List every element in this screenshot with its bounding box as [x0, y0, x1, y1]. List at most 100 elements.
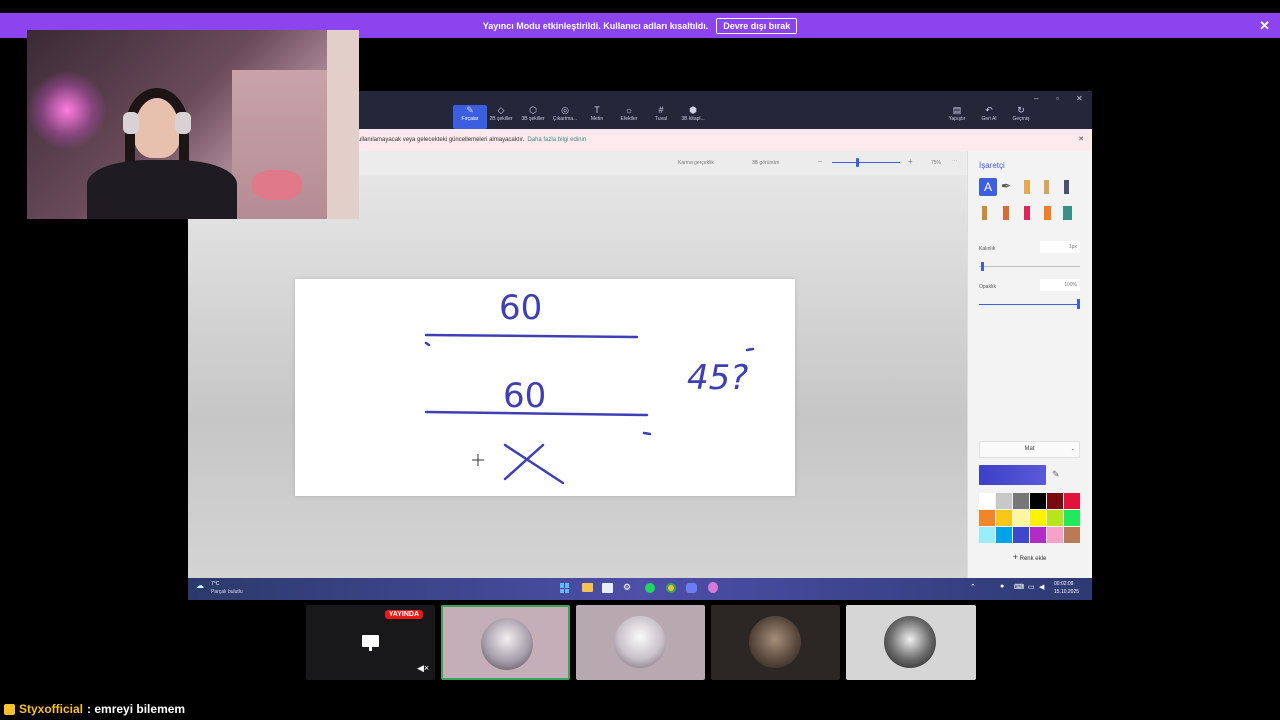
add-color-button[interactable]: + Renk ekle [979, 550, 1080, 564]
color-swatch[interactable] [979, 510, 995, 526]
color-swatch[interactable] [996, 510, 1012, 526]
discord-icon[interactable] [686, 583, 697, 593]
chrome-icon[interactable] [666, 583, 676, 593]
tray-chevron-icon[interactable]: ⌃ [970, 583, 976, 591]
tool-2d-shapes[interactable]: ◇ 2B şekiller [484, 105, 518, 129]
eraser-icon[interactable] [1003, 206, 1009, 220]
color-swatch[interactable] [1064, 510, 1080, 526]
learn-more-link[interactable]: Daha fazla bilgi edinin [527, 137, 586, 143]
spotify-icon[interactable] [645, 583, 655, 593]
thickness-slider[interactable] [979, 266, 1080, 267]
color-swatch[interactable] [1047, 510, 1063, 526]
color-swatch[interactable] [1030, 510, 1046, 526]
color-swatch[interactable] [996, 493, 1012, 509]
tool-effects[interactable]: ☼ Efektler [612, 105, 646, 129]
history-button[interactable]: ↻ Geçmiş [1004, 105, 1038, 129]
marker-brush-icon[interactable]: A [979, 178, 997, 196]
mixed-reality-button[interactable]: Karma gerçeklik [678, 160, 714, 166]
maximize-icon[interactable]: ▫ [1056, 94, 1059, 103]
library-3d-icon: ⬢ [689, 105, 697, 115]
volume-icon[interactable]: ◀ [1039, 583, 1044, 591]
chevron-down-icon: ⌄ [1070, 446, 1075, 452]
color-swatch[interactable] [1030, 527, 1046, 543]
tool-brushes[interactable]: ✎ Fırçalar [453, 105, 487, 129]
zoom-out-icon[interactable]: – [818, 158, 822, 165]
color-swatch[interactable] [1064, 527, 1080, 543]
current-color-swatch[interactable] [979, 465, 1046, 485]
color-swatch[interactable] [979, 493, 995, 509]
color-swatch[interactable] [1030, 493, 1046, 509]
sticker-icon: ◎ [561, 105, 569, 115]
crayon-icon[interactable] [1024, 206, 1030, 220]
window-close-icon[interactable]: ✕ [1076, 94, 1083, 103]
history-icon: ↻ [1017, 105, 1025, 115]
participant-tile-3[interactable] [711, 605, 840, 680]
paste-button[interactable]: ▤ Yapıştır [940, 105, 974, 129]
tool-3d-shapes[interactable]: ⬡ 3B şekiller [516, 105, 550, 129]
question-dash [745, 347, 755, 352]
participant-tile-4[interactable] [846, 605, 976, 680]
color-swatch[interactable] [979, 527, 995, 543]
undo-button[interactable]: ↶ Geri Al [972, 105, 1006, 129]
color-swatch[interactable] [1013, 493, 1029, 509]
spray-can-icon[interactable] [1044, 206, 1051, 220]
color-palette [979, 493, 1080, 543]
tool-text[interactable]: T Metin [580, 105, 614, 129]
live-badge: YAYINDA [384, 610, 423, 619]
keyboard-icon[interactable]: ⌨ [1014, 583, 1024, 591]
opacity-input[interactable]: 100% [1040, 279, 1080, 291]
thickness-slider-thumb[interactable] [981, 262, 984, 271]
zoom-in-icon[interactable]: + [908, 157, 913, 166]
drawing-canvas[interactable]: 60 60 45? [295, 279, 795, 496]
start-icon[interactable] [560, 583, 570, 593]
pixel-pen-icon[interactable] [1064, 180, 1069, 194]
microphone-icon[interactable]: ● [1000, 583, 1004, 590]
zoom-slider[interactable] [832, 162, 900, 163]
view-3d-button[interactable]: 3B görünüm [752, 160, 779, 166]
screen-share-tile[interactable]: YAYINDA ◀× [306, 605, 435, 680]
shapes-2d-icon: ◇ [497, 105, 505, 115]
opacity-slider-thumb[interactable] [1077, 299, 1080, 309]
calendar-app-icon[interactable] [602, 583, 613, 593]
participant-tile-1[interactable] [441, 605, 570, 680]
middle-text: 60 [503, 376, 546, 416]
file-explorer-icon[interactable] [582, 583, 593, 592]
windows-taskbar: ☁ 7°C Parçalı bulutlu ⚙ ⌃ ● ⌨ ▭ ◀ 00:02:… [188, 578, 1092, 600]
thickness-label: Kalınlık [979, 246, 996, 252]
tool-canvas[interactable]: # Tuval [644, 105, 678, 129]
steam-icon[interactable]: ⚙ [623, 582, 631, 593]
thickness-input[interactable]: 1px [1040, 241, 1080, 253]
calligraphy-pen-icon[interactable]: ✒ [1001, 179, 1011, 193]
zoom-slider-thumb[interactable] [856, 158, 859, 167]
infobar-close-icon[interactable]: ✕ [1078, 135, 1084, 143]
disable-button[interactable]: Devre dışı bırak [716, 17, 798, 34]
eyedropper-icon[interactable]: ✎ [1052, 469, 1060, 480]
oil-brush-icon[interactable] [1024, 180, 1030, 194]
finish-dropdown[interactable]: Mat ⌄ [979, 441, 1080, 458]
fill-icon[interactable] [1063, 206, 1072, 220]
color-swatch[interactable] [1047, 527, 1063, 543]
color-swatch[interactable] [1013, 510, 1029, 526]
more-icon[interactable]: ⋯ [952, 158, 957, 164]
opacity-slider[interactable] [979, 304, 1080, 305]
participant-tile-2[interactable] [576, 605, 705, 680]
color-swatch[interactable] [996, 527, 1012, 543]
tool-stickers[interactable]: ◎ Çıkartma... [548, 105, 582, 129]
muted-speaker-icon[interactable]: ◀× [417, 663, 429, 674]
network-icon[interactable]: ▭ [1028, 583, 1035, 591]
opacity-label: Opaklık [979, 284, 996, 290]
color-swatch[interactable] [1064, 493, 1080, 509]
tool-3d-library[interactable]: ⬢ 3B kitapl... [676, 105, 710, 129]
chat-message: Styxofficial : emreyi bilemem [4, 702, 185, 716]
pillow [252, 170, 302, 200]
banner-message: Yayıncı Modu etkinleştirildi. Kullanıcı … [482, 20, 709, 31]
minimize-icon[interactable]: – [1034, 94, 1038, 103]
close-icon[interactable]: ✕ [1259, 18, 1270, 34]
paint3d-icon[interactable] [708, 582, 718, 593]
color-swatch[interactable] [1047, 493, 1063, 509]
color-swatch[interactable] [1013, 527, 1029, 543]
chat-username[interactable]: Styxofficial [19, 702, 83, 716]
pencil-icon[interactable] [982, 206, 987, 220]
watercolor-icon[interactable] [1044, 180, 1049, 194]
headphones-right [175, 112, 191, 134]
